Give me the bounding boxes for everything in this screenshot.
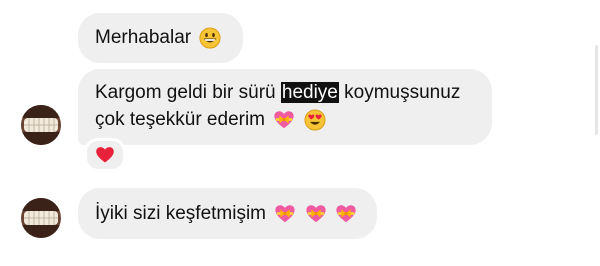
heart-with-ribbon-icon [273,109,295,131]
message-text: Kargom geldi bir sürü [95,82,281,103]
chat-thread: Merhabalar Kargom geldi bir sürü hediye … [0,0,600,266]
scrollbar[interactable] [595,45,598,135]
highlighted-text: hediye [280,82,339,103]
red-heart-icon [96,147,114,163]
sender-avatar[interactable] [21,105,61,145]
message-text: çok teşekkür ederim [95,109,266,130]
message-bubble-1[interactable]: Merhabalar [78,13,243,63]
message-line-1: Kargom geldi bir sürü hediye koymuşsunuz [95,79,492,106]
message-reaction[interactable] [84,138,126,172]
heart-with-ribbon-icon [305,203,327,225]
message-bubble-3[interactable]: İyiki sizi keşfetmişim [78,188,377,239]
message-line-2: çok teşekkür ederim [95,106,492,133]
grinning-face-icon [199,27,221,49]
sender-avatar[interactable] [21,198,61,238]
message-bubble-2[interactable]: Kargom geldi bir sürü hediye koymuşsunuz… [78,69,492,145]
heart-with-ribbon-icon [335,203,357,225]
message-text: Merhabalar [95,27,192,48]
message-text: İyiki sizi keşfetmişim [95,203,267,224]
heart-eyes-face-icon [304,109,326,131]
heart-with-ribbon-icon [274,203,296,225]
message-text: koymuşsunuz [338,82,461,103]
